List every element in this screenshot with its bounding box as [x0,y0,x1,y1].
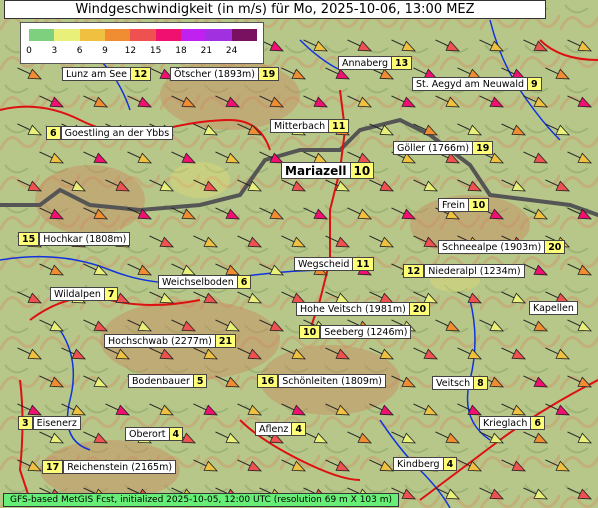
wind-speed-legend: 0 3 6 9 12 15 18 21 24 [20,22,264,64]
legend-tick-label: 12 [124,46,137,56]
place-label: 16 Schönleiten (1809m) [257,374,386,388]
legend-swatch [29,29,55,41]
map-title: Windgeschwindigkeit (in m/s) für Mo, 202… [4,0,546,19]
legend-swatch [79,29,105,41]
legend-tick-label: 15 [149,46,162,56]
place-label: Veitsch 8 [432,376,488,390]
place-label: 10 Seeberg (1246m) [299,325,412,339]
place-label: Hohe Veitsch (1981m) 20 [296,302,431,316]
place-label: Annaberg 13 [338,56,413,70]
place-label: 3 Eisenerz [18,416,81,430]
place-label: Kindberg 4 [393,457,458,471]
legend-tick-label: 6 [76,46,83,56]
place-label: Kapellen [529,301,578,315]
place-label: St. Aegyd am Neuwald 9 [412,77,542,91]
place-label: Oberort 4 [125,427,184,441]
place-label: Ötscher (1893m) 19 [170,67,280,81]
legend-swatch [54,29,80,41]
place-label: 6 Goestling an der Ybbs [46,126,174,140]
legend-swatch [180,29,207,41]
legend-tick-label: 18 [175,46,187,56]
legend-swatch [104,29,131,41]
place-label: Krieglach 6 [479,416,545,430]
place-label: Wegscheid 11 [294,257,374,271]
place-label: Aflenz 4 [255,422,306,436]
place-label: 17 Reichenstein (2165m) [42,460,177,474]
place-label: Weichselboden 6 [158,275,252,289]
place-label: Wildalpen 7 [50,287,119,301]
legend-swatch [130,29,156,41]
legend-colorbar [29,29,257,41]
place-label: Hochschwab (2277m) 21 [104,334,237,348]
place-label: Mitterbach 11 [270,119,350,133]
legend-tick-label: 3 [51,46,58,56]
place-label: Schneealpe (1903m) 20 [438,240,566,254]
legend-tick-label: 9 [102,46,108,56]
place-label: Göller (1766m) 19 [393,141,494,155]
place-label: Lunz am See 12 [62,67,152,81]
legend-tick-label: 0 [26,46,32,56]
model-info-footer: GFS-based MetGIS Fcst, initialized 2025-… [3,493,400,507]
place-label: Frein 10 [438,198,490,212]
legend-tick-label: 21 [200,46,213,56]
place-label: 15 Hochkar (1808m) [18,232,131,246]
legend-swatch [155,29,181,41]
legend-swatch [231,29,257,41]
legend-tick-label: 24 [225,46,238,56]
place-label: 12 Niederalpl (1234m) [403,264,525,278]
place-label-mariazell: Mariazell 10 [281,162,375,179]
legend-swatch [206,29,232,41]
place-label: Bodenbauer 5 [128,374,208,388]
